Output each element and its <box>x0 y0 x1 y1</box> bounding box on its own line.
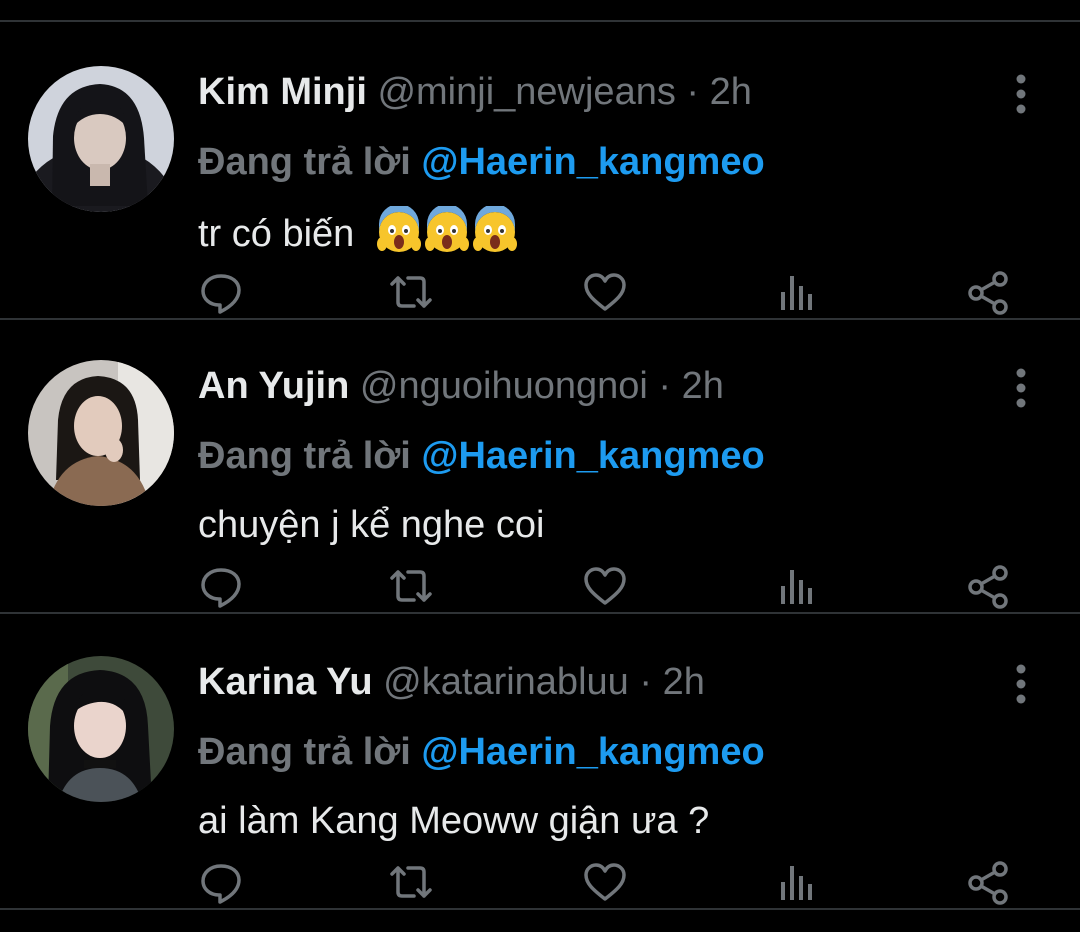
more-options-button[interactable] <box>1004 72 1038 116</box>
display-name[interactable]: Karina Yu <box>198 661 373 703</box>
avatar[interactable] <box>28 656 174 802</box>
user-handle[interactable]: @minji_newjeans <box>377 71 675 113</box>
avatar[interactable] <box>28 66 174 212</box>
replying-to-label: Đang trả lời <box>198 435 411 477</box>
retweet-button[interactable] <box>386 268 436 318</box>
tweet-text-content: chuyện j kể nghe coi <box>198 504 545 546</box>
reply-button[interactable] <box>196 268 246 318</box>
share-button[interactable] <box>964 268 1014 318</box>
replying-to: Đang trả lời @Haerin_kangmeo <box>198 138 765 186</box>
mention-link[interactable]: @Haerin_kangmeo <box>421 731 764 773</box>
views-icon <box>781 570 812 604</box>
like-button[interactable] <box>580 562 630 612</box>
reply-button[interactable] <box>196 562 246 612</box>
screaming-face-emoji <box>472 206 517 252</box>
separator-dot: · <box>686 71 700 113</box>
mention-link[interactable]: @Haerin_kangmeo <box>421 141 764 183</box>
reply-icon <box>201 568 241 608</box>
tweet-text-content: ai làm Kang Meoww giận ưa ? <box>198 800 710 842</box>
tweet-divider <box>0 908 1080 910</box>
screaming-face-emoji <box>424 206 469 252</box>
tweet-header: Karina Yu @katarinabluu · 2h <box>198 658 705 706</box>
retweet-button[interactable] <box>386 858 436 908</box>
more-vertical-icon <box>1016 74 1026 114</box>
reply-icon <box>201 864 241 904</box>
heart-icon <box>584 273 626 311</box>
heart-icon <box>584 567 626 605</box>
replying-to: Đang trả lời @Haerin_kangmeo <box>198 728 765 776</box>
user-handle[interactable]: @katarinabluu <box>383 661 629 703</box>
retweet-icon <box>390 866 432 898</box>
tweet-header: An Yujin @nguoihuongnoi · 2h <box>198 362 724 410</box>
share-button[interactable] <box>964 562 1014 612</box>
replying-to: Đang trả lời @Haerin_kangmeo <box>198 432 765 480</box>
tweet-text: chuyện j kể nghe coi <box>198 500 544 550</box>
replying-to-label: Đang trả lời <box>198 141 411 183</box>
heart-icon <box>584 863 626 901</box>
retweet-icon <box>390 570 432 602</box>
more-vertical-icon <box>1016 664 1026 704</box>
replying-to-label: Đang trả lời <box>198 731 411 773</box>
retweet-button[interactable] <box>386 562 436 612</box>
tweet-header: Kim Minji @minji_newjeans · 2h <box>198 68 752 116</box>
views-button[interactable] <box>772 858 822 908</box>
more-options-button[interactable] <box>1004 366 1038 410</box>
avatar[interactable] <box>28 360 174 506</box>
more-options-button[interactable] <box>1004 662 1038 706</box>
timestamp[interactable]: 2h <box>663 661 705 703</box>
display-name[interactable]: Kim Minji <box>198 71 367 113</box>
separator-dot: · <box>639 661 652 703</box>
share-icon <box>968 861 1008 905</box>
views-button[interactable] <box>772 268 822 318</box>
reply-button[interactable] <box>196 858 246 908</box>
share-icon <box>968 565 1008 609</box>
tweet-reply[interactable]: Karina Yu @katarinabluu · 2h Đang trả lờ… <box>0 614 1080 910</box>
user-handle[interactable]: @nguoihuongnoi <box>360 365 648 407</box>
more-vertical-icon <box>1016 368 1026 408</box>
like-button[interactable] <box>580 858 630 908</box>
timestamp[interactable]: 2h <box>682 365 724 407</box>
share-button[interactable] <box>964 858 1014 908</box>
views-button[interactable] <box>772 562 822 612</box>
tweet-reply[interactable]: An Yujin @nguoihuongnoi · 2h Đang trả lờ… <box>0 318 1080 614</box>
tweet-text-content: tr có biến <box>198 213 355 255</box>
screaming-face-emoji <box>376 206 421 252</box>
tweet-text: ai làm Kang Meoww giận ưa ? <box>198 796 709 846</box>
like-button[interactable] <box>580 268 630 318</box>
top-divider <box>0 20 1080 22</box>
display-name[interactable]: An Yujin <box>198 365 349 407</box>
reply-icon <box>201 274 241 314</box>
views-icon <box>781 866 812 900</box>
views-icon <box>781 276 812 310</box>
timestamp[interactable]: 2h <box>710 71 752 113</box>
mention-link[interactable]: @Haerin_kangmeo <box>421 435 764 477</box>
tweet-text: tr có biến <box>198 206 519 259</box>
separator-dot: · <box>658 365 672 407</box>
retweet-icon <box>390 276 432 308</box>
tweet-reply[interactable]: Kim Minji @minji_newjeans · 2h Đang trả … <box>0 24 1080 320</box>
share-icon <box>968 271 1008 315</box>
